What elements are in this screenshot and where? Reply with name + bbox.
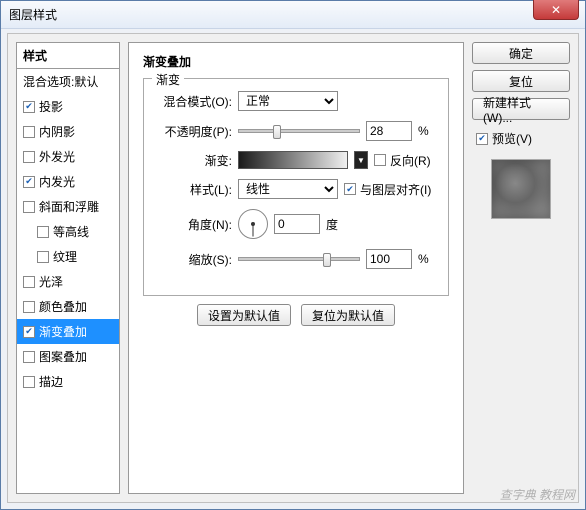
angle-control[interactable] (238, 209, 268, 239)
layer-style-dialog: 图层样式 ✕ 样式 混合选项:默认 投影内阴影外发光内发光斜面和浮雕等高线纹理光… (0, 0, 586, 510)
style-item-5[interactable]: 等高线 (17, 219, 119, 244)
style-item-label: 等高线 (53, 223, 89, 240)
style-list: 混合选项:默认 投影内阴影外发光内发光斜面和浮雕等高线纹理光泽颜色叠加渐变叠加图… (16, 69, 120, 494)
new-style-button[interactable]: 新建样式(W)... (472, 98, 570, 120)
reverse-checkbox-wrap[interactable]: 反向(R) (374, 152, 431, 169)
gradient-dropdown-button[interactable]: ▼ (354, 151, 368, 169)
reset-default-button[interactable]: 复位为默认值 (301, 304, 395, 326)
angle-dot-icon (251, 222, 255, 226)
opacity-input[interactable] (366, 121, 412, 141)
style-item-label: 斜面和浮雕 (39, 198, 99, 215)
blend-mode-select[interactable]: 正常 (238, 91, 338, 111)
opacity-slider-thumb[interactable] (273, 125, 281, 139)
style-item-8[interactable]: 颜色叠加 (17, 294, 119, 319)
angle-unit: 度 (326, 216, 338, 233)
gradient-group-legend: 渐变 (152, 71, 184, 88)
style-item-0[interactable]: 投影 (17, 94, 119, 119)
scale-label: 缩放(S): (154, 251, 232, 268)
angle-input[interactable] (274, 214, 320, 234)
opacity-slider[interactable] (238, 129, 360, 133)
preview-thumbnail (491, 159, 551, 219)
styles-header: 样式 (16, 42, 120, 69)
style-item-1[interactable]: 内阴影 (17, 119, 119, 144)
gradient-label: 渐变: (154, 152, 232, 169)
align-label: 与图层对齐(I) (360, 181, 431, 198)
style-item-11[interactable]: 描边 (17, 369, 119, 394)
styles-panel: 样式 混合选项:默认 投影内阴影外发光内发光斜面和浮雕等高线纹理光泽颜色叠加渐变… (16, 42, 120, 494)
cancel-button[interactable]: 复位 (472, 70, 570, 92)
default-buttons: 设置为默认值 复位为默认值 (143, 304, 449, 326)
right-panel: 确定 复位 新建样式(W)... 预览(V) (472, 42, 570, 494)
style-checkbox[interactable] (37, 251, 49, 263)
style-item-7[interactable]: 光泽 (17, 269, 119, 294)
style-item-label: 投影 (39, 98, 63, 115)
opacity-unit: % (418, 124, 438, 138)
reverse-label: 反向(R) (390, 152, 431, 169)
scale-unit: % (418, 252, 438, 266)
style-row: 样式(L): 线性 与图层对齐(I) (154, 179, 438, 199)
style-item-label: 颜色叠加 (39, 298, 87, 315)
titlebar[interactable]: 图层样式 ✕ (1, 1, 585, 29)
reverse-checkbox[interactable] (374, 154, 386, 166)
style-checkbox[interactable] (23, 376, 35, 388)
set-default-button[interactable]: 设置为默认值 (197, 304, 291, 326)
style-item-label: 内阴影 (39, 123, 75, 140)
style-item-label: 描边 (39, 373, 63, 390)
style-checkbox[interactable] (23, 301, 35, 313)
style-checkbox[interactable] (37, 226, 49, 238)
style-item-3[interactable]: 内发光 (17, 169, 119, 194)
gradient-row: 渐变: ▼ 反向(R) (154, 151, 438, 169)
angle-label: 角度(N): (154, 216, 232, 233)
preview-label: 预览(V) (492, 130, 532, 147)
close-button[interactable]: ✕ (533, 0, 579, 20)
style-checkbox[interactable] (23, 326, 35, 338)
style-item-label: 图案叠加 (39, 348, 87, 365)
window-title: 图层样式 (9, 6, 57, 23)
dialog-content: 样式 混合选项:默认 投影内阴影外发光内发光斜面和浮雕等高线纹理光泽颜色叠加渐变… (7, 33, 579, 503)
style-item-4[interactable]: 斜面和浮雕 (17, 194, 119, 219)
style-checkbox[interactable] (23, 151, 35, 163)
style-item-label: 渐变叠加 (39, 323, 87, 340)
blending-options-item[interactable]: 混合选项:默认 (17, 69, 119, 94)
style-item-label: 外发光 (39, 148, 75, 165)
style-checkbox[interactable] (23, 126, 35, 138)
close-icon: ✕ (551, 3, 561, 17)
opacity-row: 不透明度(P): % (154, 121, 438, 141)
gradient-style-select[interactable]: 线性 (238, 179, 338, 199)
style-item-label: 内发光 (39, 173, 75, 190)
style-checkbox[interactable] (23, 276, 35, 288)
blend-mode-row: 混合模式(O): 正常 (154, 91, 438, 111)
gradient-group: 渐变 混合模式(O): 正常 不透明度(P): % 渐变: ▼ (143, 78, 449, 296)
style-checkbox[interactable] (23, 351, 35, 363)
scale-row: 缩放(S): % (154, 249, 438, 269)
style-item-label: 纹理 (53, 248, 77, 265)
style-label: 样式(L): (154, 181, 232, 198)
style-checkbox[interactable] (23, 201, 35, 213)
angle-row: 角度(N): 度 (154, 209, 438, 239)
align-checkbox[interactable] (344, 183, 356, 195)
style-item-6[interactable]: 纹理 (17, 244, 119, 269)
ok-button[interactable]: 确定 (472, 42, 570, 64)
scale-slider-thumb[interactable] (323, 253, 331, 267)
scale-slider[interactable] (238, 257, 360, 261)
style-checkbox[interactable] (23, 176, 35, 188)
preview-checkbox[interactable] (476, 133, 488, 145)
gradient-preview[interactable] (238, 151, 348, 169)
style-checkbox[interactable] (23, 101, 35, 113)
gradient-overlay-panel: 渐变叠加 渐变 混合模式(O): 正常 不透明度(P): % 渐变: (128, 42, 464, 494)
preview-checkbox-wrap[interactable]: 预览(V) (476, 130, 570, 147)
blend-mode-label: 混合模式(O): (154, 93, 232, 110)
style-item-label: 光泽 (39, 273, 63, 290)
scale-input[interactable] (366, 249, 412, 269)
style-item-2[interactable]: 外发光 (17, 144, 119, 169)
panel-title: 渐变叠加 (143, 53, 449, 70)
align-checkbox-wrap[interactable]: 与图层对齐(I) (344, 181, 431, 198)
style-item-9[interactable]: 渐变叠加 (17, 319, 119, 344)
style-item-10[interactable]: 图案叠加 (17, 344, 119, 369)
opacity-label: 不透明度(P): (154, 123, 232, 140)
